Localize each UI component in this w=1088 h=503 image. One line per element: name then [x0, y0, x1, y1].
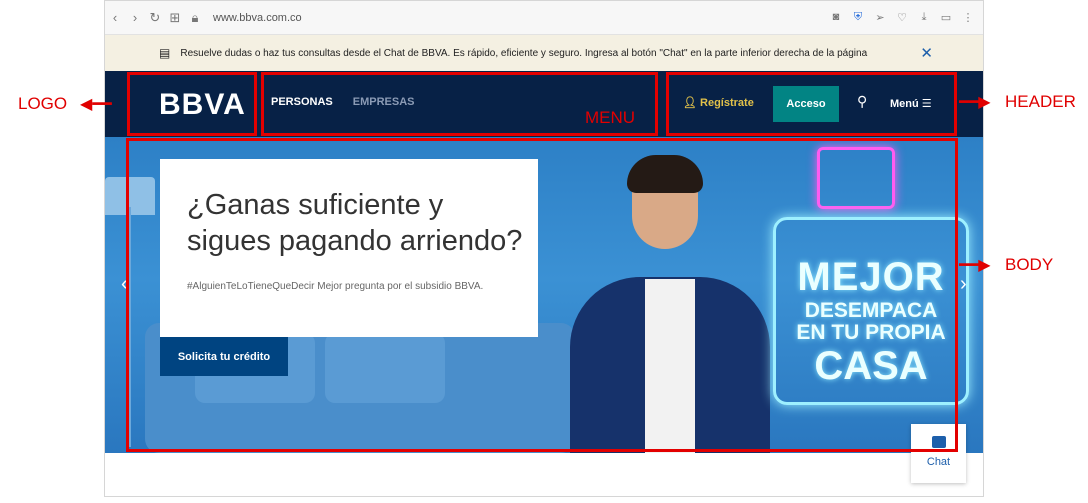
- next-slide-icon[interactable]: ›: [960, 273, 967, 296]
- browser-toolbar: ‹ › ↻ ⊞ 🔒︎ www.bbva.com.co ◙ ⛨ ➢ ♡ ⤓ ▭ ⋮: [105, 1, 983, 35]
- lock-icon: 🔒︎: [191, 9, 199, 25]
- browser-actions: ◙ ⛨ ➢ ♡ ⤓ ▭ ⋮: [827, 11, 983, 24]
- body-arrow-icon: ━━▶: [959, 257, 991, 274]
- chat-notice-text: Resuelve dudas o haz tus consultas desde…: [180, 47, 868, 59]
- body-annotation-box: [126, 138, 958, 452]
- apps-icon[interactable]: ⊞: [165, 10, 185, 26]
- chat-notice-banner: ▤ Resuelve dudas o haz tus consultas des…: [105, 35, 983, 71]
- logo-annotation-box: [127, 72, 257, 136]
- back-icon[interactable]: ‹: [105, 10, 125, 25]
- reload-icon[interactable]: ↻: [145, 10, 165, 26]
- header-annotation-box: [666, 72, 957, 136]
- heart-icon[interactable]: ♡: [893, 11, 911, 24]
- body-callout: BODY: [1005, 255, 1054, 274]
- send-icon[interactable]: ➢: [871, 11, 889, 24]
- header-arrow-icon: ━━▶: [959, 94, 991, 111]
- forward-icon[interactable]: ›: [125, 10, 145, 25]
- address-bar[interactable]: www.bbva.com.co: [213, 12, 302, 24]
- chat-icon: ▤: [159, 46, 171, 60]
- logo-arrow-icon: ◀━━: [80, 96, 112, 113]
- chat-button-label: Chat: [926, 456, 951, 468]
- close-icon[interactable]: ✕: [920, 44, 933, 62]
- more-icon[interactable]: ⋮: [959, 11, 977, 24]
- camera-icon[interactable]: ◙: [827, 11, 845, 24]
- menu-callout: MENU: [585, 108, 636, 127]
- battery-icon[interactable]: ▭: [937, 11, 955, 24]
- header-callout: HEADER: [1005, 92, 1076, 111]
- logo-callout: LOGO: [18, 94, 68, 113]
- shield-icon[interactable]: ⛨: [849, 11, 867, 24]
- download-icon[interactable]: ⤓: [915, 11, 933, 24]
